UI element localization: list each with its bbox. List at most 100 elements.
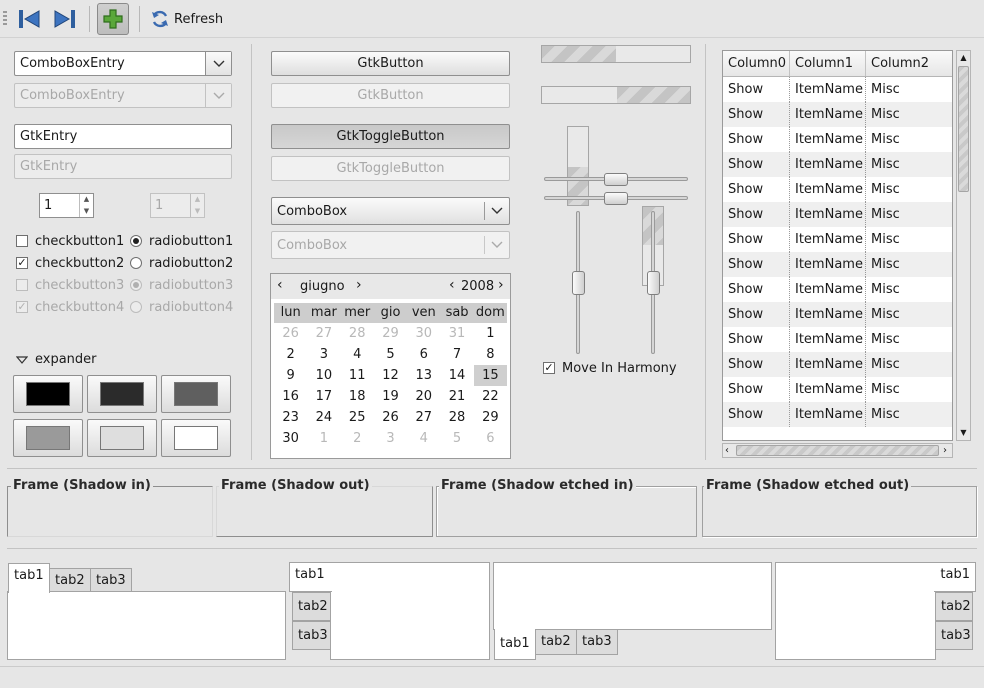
- calendar-day[interactable]: 15: [473, 365, 507, 386]
- calendar-day[interactable]: 1: [474, 323, 507, 344]
- column-header-0[interactable]: Column0: [723, 51, 790, 76]
- scroll-up-icon[interactable]: ▲: [958, 52, 969, 63]
- go-last-button[interactable]: [50, 4, 80, 34]
- notebook-tab-3[interactable]: tab3: [90, 568, 132, 592]
- notebook-tab-3[interactable]: tab3: [292, 621, 331, 650]
- calendar-day[interactable]: 24: [307, 407, 340, 428]
- table-row[interactable]: Show ItemName Misc: [723, 202, 952, 227]
- color-button-4[interactable]: [13, 419, 83, 457]
- go-first-button[interactable]: [14, 4, 44, 34]
- calendar-day[interactable]: 29: [474, 407, 507, 428]
- spin-button-value[interactable]: 1: [40, 194, 79, 217]
- table-row[interactable]: Show ItemName Misc: [723, 102, 952, 127]
- scroll-left-icon[interactable]: ‹: [725, 444, 729, 457]
- notebook-tab-2[interactable]: tab2: [535, 629, 577, 655]
- calendar-day[interactable]: 30: [407, 323, 440, 344]
- spin-down-icon[interactable]: ▼: [80, 206, 93, 218]
- calendar-day[interactable]: 29: [374, 323, 407, 344]
- refresh-button[interactable]: Refresh: [146, 4, 227, 34]
- calendar-day[interactable]: 5: [374, 344, 407, 365]
- calendar-day[interactable]: 16: [274, 386, 307, 407]
- checkbutton-1[interactable]: checkbutton1: [16, 230, 124, 252]
- gtk-entry[interactable]: GtkEntry: [14, 124, 232, 149]
- table-row[interactable]: Show ItemName Misc: [723, 177, 952, 202]
- notebook-tab-3[interactable]: tab3: [576, 629, 618, 655]
- radiobutton-1[interactable]: radiobutton1: [130, 230, 233, 252]
- notebook-tab-1[interactable]: tab1: [934, 562, 976, 592]
- calendar-day[interactable]: 31: [440, 323, 473, 344]
- checkbox-checked-icon[interactable]: ✓: [543, 362, 555, 374]
- notebook-tab-1[interactable]: tab1: [289, 562, 332, 592]
- radio-unselected-icon[interactable]: [130, 257, 142, 269]
- notebook-tab-1[interactable]: tab1: [494, 629, 536, 660]
- color-button-2[interactable]: [87, 375, 157, 413]
- radiobutton-2[interactable]: radiobutton2: [130, 252, 233, 274]
- prev-year-icon[interactable]: ‹: [449, 277, 455, 293]
- notebook-tab-2[interactable]: tab2: [935, 592, 973, 621]
- calendar-day[interactable]: 9: [274, 365, 307, 386]
- calendar-day[interactable]: 1: [307, 428, 340, 449]
- calendar-day[interactable]: 2: [341, 428, 374, 449]
- radio-selected-icon[interactable]: [130, 235, 142, 247]
- add-button[interactable]: [97, 3, 129, 35]
- tree-horizontal-scrollbar[interactable]: ‹ ›: [722, 443, 953, 458]
- combobox-entry[interactable]: ComboBoxEntry: [14, 51, 232, 76]
- color-button-5[interactable]: [87, 419, 157, 457]
- calendar-day[interactable]: 20: [407, 386, 440, 407]
- chevron-down-icon[interactable]: [485, 205, 509, 218]
- calendar-day[interactable]: 27: [407, 407, 440, 428]
- gtk-toggle-button[interactable]: GtkToggleButton: [271, 124, 510, 149]
- next-month-icon[interactable]: ›: [356, 277, 362, 293]
- tree-vertical-scrollbar[interactable]: ▲ ▼: [956, 50, 971, 441]
- color-button-3[interactable]: [161, 375, 231, 413]
- spin-button[interactable]: 1 ▲ ▼: [39, 193, 94, 218]
- calendar-day[interactable]: 19: [374, 386, 407, 407]
- combobox-entry-text[interactable]: ComboBoxEntry: [15, 52, 205, 75]
- calendar-day[interactable]: 7: [440, 344, 473, 365]
- calendar-day[interactable]: 8: [474, 344, 507, 365]
- calendar-day[interactable]: 26: [374, 407, 407, 428]
- calendar-day[interactable]: 23: [274, 407, 307, 428]
- color-button-6[interactable]: [161, 419, 231, 457]
- checkbutton-2[interactable]: ✓ checkbutton2: [16, 252, 124, 274]
- scrollbar-thumb[interactable]: [958, 66, 969, 192]
- calendar-day[interactable]: 2: [274, 344, 307, 365]
- calendar-day[interactable]: 4: [341, 344, 374, 365]
- calendar-day[interactable]: 25: [341, 407, 374, 428]
- spin-up-icon[interactable]: ▲: [80, 194, 93, 206]
- table-row[interactable]: Show ItemName Misc: [723, 352, 952, 377]
- vscale-2-slider[interactable]: [647, 271, 660, 295]
- calendar-day[interactable]: 26: [274, 323, 307, 344]
- calendar-day[interactable]: 28: [341, 323, 374, 344]
- calendar-day[interactable]: 17: [307, 386, 340, 407]
- notebook-tab-2[interactable]: tab2: [292, 592, 331, 621]
- combobox[interactable]: ComboBox: [271, 197, 510, 225]
- combobox-entry-arrow[interactable]: [205, 52, 231, 75]
- table-row[interactable]: Show ItemName Misc: [723, 252, 952, 277]
- expander[interactable]: expander: [16, 352, 97, 367]
- calendar-day[interactable]: 3: [374, 428, 407, 449]
- table-row[interactable]: Show ItemName Misc: [723, 77, 952, 102]
- notebook-tab-1[interactable]: tab1: [8, 563, 50, 593]
- calendar-day[interactable]: 12: [374, 365, 407, 386]
- prev-month-icon[interactable]: ‹: [277, 277, 283, 293]
- checkbox-checked-icon[interactable]: ✓: [16, 257, 28, 269]
- calendar-day[interactable]: 6: [407, 344, 440, 365]
- table-row[interactable]: Show ItemName Misc: [723, 152, 952, 177]
- hscale-2-slider[interactable]: [604, 192, 628, 205]
- table-row[interactable]: Show ItemName Misc: [723, 402, 952, 427]
- next-year-icon[interactable]: ›: [498, 277, 504, 293]
- table-row[interactable]: Show ItemName Misc: [723, 377, 952, 402]
- calendar-day[interactable]: 5: [440, 428, 473, 449]
- calendar-day[interactable]: 13: [407, 365, 440, 386]
- move-in-harmony-check[interactable]: ✓ Move In Harmony: [543, 357, 677, 379]
- scroll-down-icon[interactable]: ▼: [958, 427, 969, 438]
- table-row[interactable]: Show ItemName Misc: [723, 227, 952, 252]
- vscale-1-slider[interactable]: [572, 271, 585, 295]
- calendar-day[interactable]: 14: [440, 365, 473, 386]
- tree-view[interactable]: Column0 Column1 Column2 Show ItemName Misc…: [722, 50, 953, 441]
- checkbox-unchecked-icon[interactable]: [16, 235, 28, 247]
- notebook-tab-2[interactable]: tab2: [49, 568, 91, 592]
- hscale-1-slider[interactable]: [604, 173, 628, 186]
- scroll-right-icon[interactable]: ›: [943, 444, 947, 457]
